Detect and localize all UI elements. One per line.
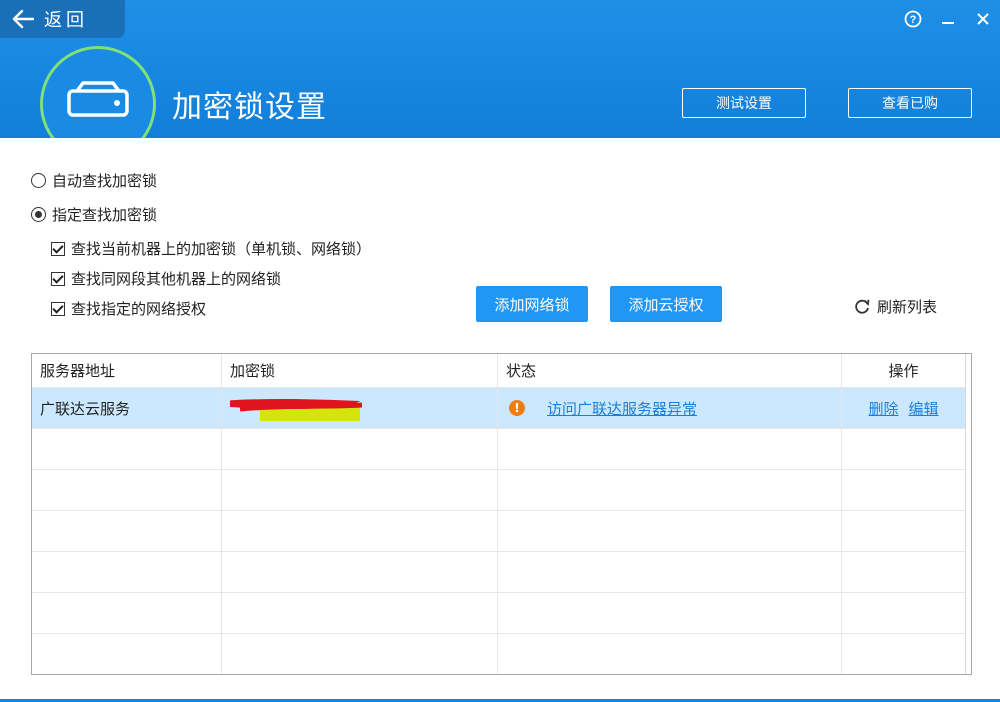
radio-auto-find[interactable]: 自动查找加密锁 <box>31 170 157 191</box>
table-row <box>32 593 966 634</box>
lock-cell <box>222 388 498 428</box>
checkbox-local-machine[interactable]: 查找当前机器上的加密锁（单机锁、网络锁） <box>51 238 371 259</box>
column-header-server[interactable]: 服务器地址 <box>32 354 222 387</box>
lock-table: 服务器地址 加密锁 状态 操作 广联达云服务 ! 访问广联达服务器异常 删除 编… <box>31 353 972 675</box>
table-row <box>32 470 966 511</box>
radio-circle[interactable] <box>31 173 46 188</box>
back-button[interactable]: 返回 <box>0 0 125 38</box>
dongle-logo <box>40 46 156 138</box>
refresh-list-label: 刷新列表 <box>877 298 938 316</box>
checkbox-box[interactable] <box>51 271 65 286</box>
actions-cell: 删除 编辑 <box>842 388 966 428</box>
column-header-status[interactable]: 状态 <box>498 354 842 387</box>
test-settings-button[interactable]: 测试设置 <box>682 88 806 118</box>
checkbox-box[interactable] <box>51 241 65 256</box>
delete-link[interactable]: 删除 <box>868 398 898 419</box>
status-link[interactable]: 访问广联达服务器异常 <box>547 398 697 419</box>
radio-auto-find-label: 自动查找加密锁 <box>52 172 158 190</box>
add-cloud-auth-button[interactable]: 添加云授权 <box>610 286 722 322</box>
checkbox-network-auth[interactable]: 查找指定的网络授权 <box>51 298 206 319</box>
table-row <box>32 429 966 470</box>
view-purchased-button[interactable]: 查看已购 <box>848 88 972 118</box>
back-arrow-icon <box>12 9 34 29</box>
edit-link[interactable]: 编辑 <box>909 398 939 419</box>
table-row[interactable]: 广联达云服务 ! 访问广联达服务器异常 删除 编辑 <box>32 388 966 429</box>
radio-specify-find[interactable]: 指定查找加密锁 <box>31 204 157 225</box>
checkbox-box[interactable] <box>51 301 65 316</box>
column-header-lock[interactable]: 加密锁 <box>222 354 498 387</box>
checkbox-auth-label: 查找指定的网络授权 <box>71 300 207 318</box>
refresh-icon <box>855 299 870 314</box>
radio-circle[interactable] <box>31 207 46 222</box>
table-header: 服务器地址 加密锁 状态 操作 <box>32 354 966 388</box>
table-row <box>32 634 966 674</box>
warning-icon: ! <box>509 400 525 416</box>
refresh-list-button[interactable]: 刷新列表 <box>853 296 937 317</box>
column-header-actions[interactable]: 操作 <box>842 354 966 387</box>
help-icon[interactable]: ? <box>902 8 924 30</box>
status-cell: ! 访问广联达服务器异常 <box>498 388 842 428</box>
dongle-icon <box>67 81 129 117</box>
redaction-mark <box>230 399 363 421</box>
checkbox-same-segment[interactable]: 查找同网段其他机器上的网络锁 <box>51 268 281 289</box>
page-title: 加密锁设置 <box>172 90 327 125</box>
add-network-lock-button[interactable]: 添加网络锁 <box>476 286 588 322</box>
svg-text:?: ? <box>910 14 917 26</box>
table-row <box>32 511 966 552</box>
header-bar: 返回 ? 加密锁设置 测试设置 查看已购 <box>0 0 1000 138</box>
minimize-icon[interactable] <box>937 8 959 30</box>
checkbox-local-label: 查找当前机器上的加密锁（单机锁、网络锁） <box>71 240 372 258</box>
checkbox-segment-label: 查找同网段其他机器上的网络锁 <box>71 270 282 288</box>
table-scrollbar[interactable] <box>965 354 971 674</box>
back-label: 返回 <box>44 10 88 31</box>
radio-specify-find-label: 指定查找加密锁 <box>52 206 158 224</box>
close-icon[interactable] <box>972 8 994 30</box>
server-address-cell: 广联达云服务 <box>32 388 222 428</box>
table-row <box>32 552 966 593</box>
